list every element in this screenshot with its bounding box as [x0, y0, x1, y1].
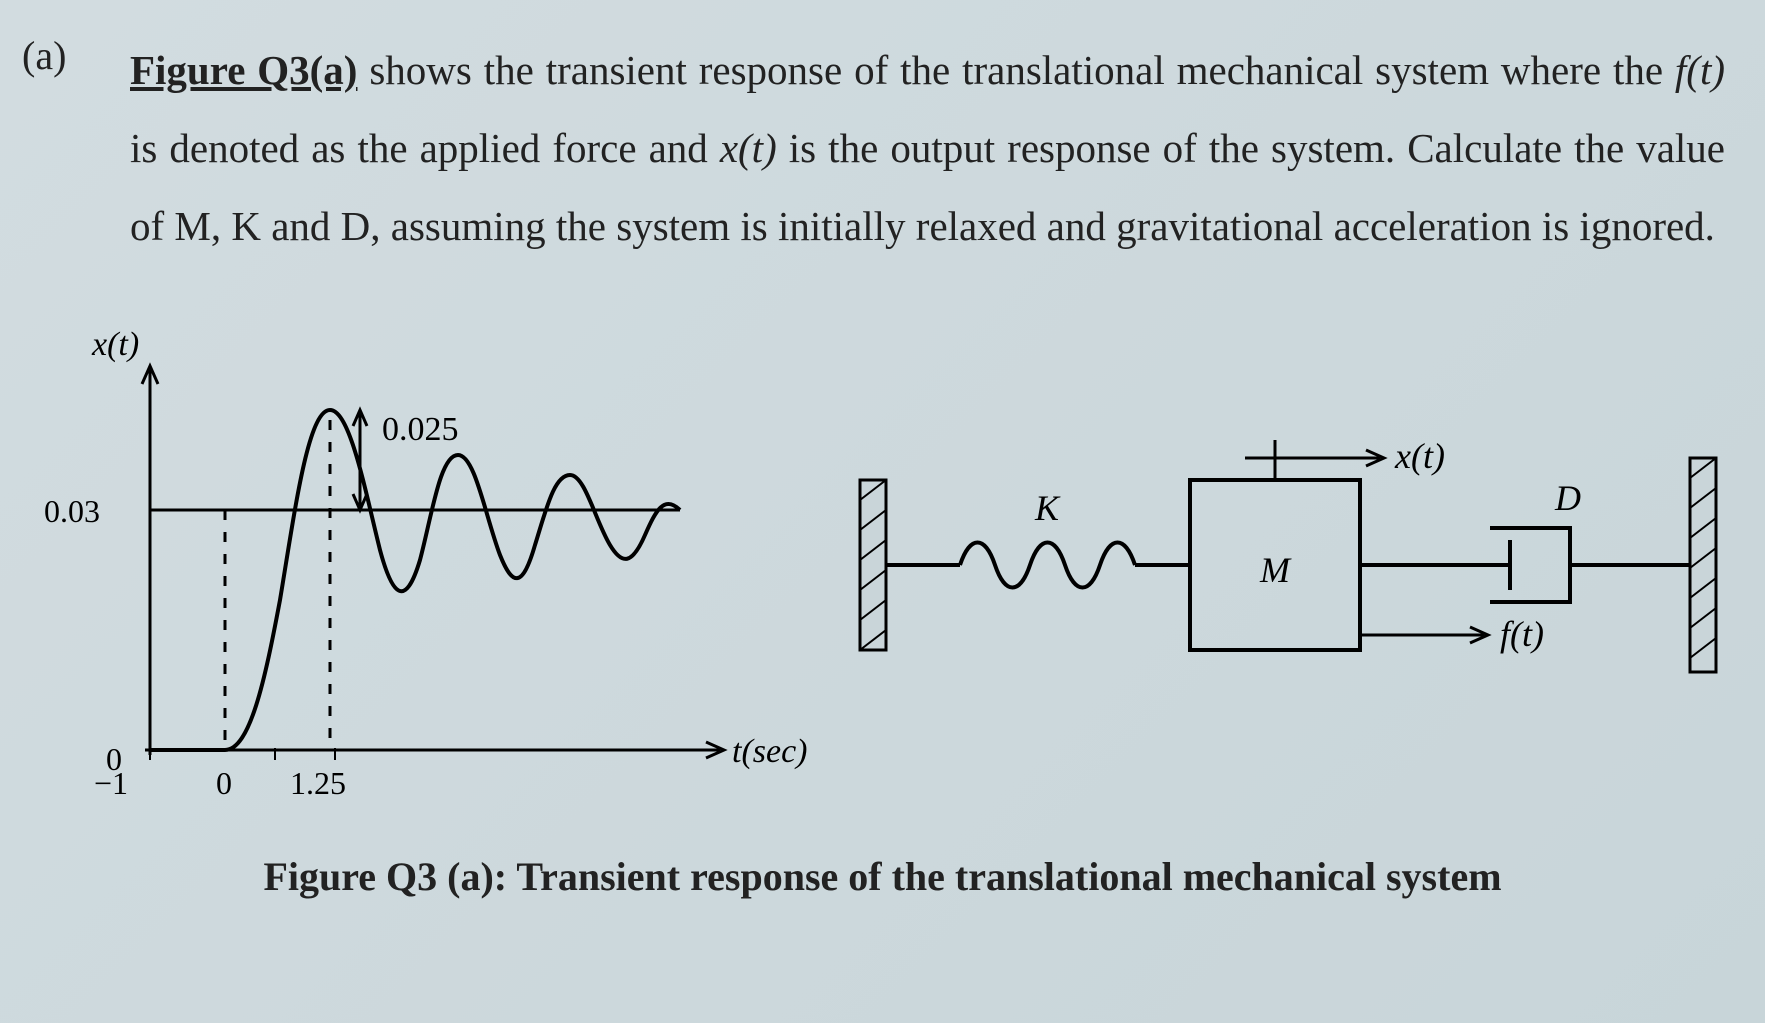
sentence-1b: is denoted as the applied force and	[130, 125, 720, 171]
sentence-1a: shows the transient response of the tran…	[357, 47, 1674, 93]
x-axis-label: t(sec)	[732, 733, 808, 770]
spring-icon	[886, 543, 1190, 588]
question-body: Figure Q3(a) shows the transient respons…	[130, 32, 1725, 266]
output-symbol: x(t)	[720, 125, 777, 171]
figure-caption: Figure Q3 (a): Transient response of the…	[20, 853, 1745, 900]
mass-label: M	[1259, 550, 1292, 590]
y-tick-ss: 0.03	[44, 493, 100, 529]
y-axis-label: x(t)	[91, 326, 139, 363]
x-tick-0: 0	[216, 765, 232, 801]
output-arrow-icon	[1245, 440, 1384, 480]
input-label: f(t)	[1500, 614, 1544, 654]
response-graph: x(t) t(sec) 0.03 0 −1 0 1.25 0.025	[30, 350, 790, 830]
figure-area: x(t) t(sec) 0.03 0 −1 0 1.25 0.025	[20, 350, 1745, 910]
spring-label: K	[1034, 488, 1061, 528]
damper-label: D	[1554, 478, 1581, 518]
left-wall-icon	[860, 480, 886, 650]
x-tick-peak: 1.25	[290, 765, 346, 801]
right-wall-icon	[1690, 458, 1716, 672]
damper-icon	[1360, 528, 1690, 602]
input-arrow-icon	[1360, 627, 1488, 643]
figure-ref: Figure Q3(a)	[130, 47, 357, 93]
output-label: x(t)	[1394, 436, 1445, 476]
force-symbol: f(t)	[1675, 47, 1725, 93]
overshoot-label: 0.025	[382, 411, 459, 448]
x-tick-neg1: −1	[94, 765, 128, 801]
mechanical-schematic: K M x(t) f(t)	[850, 410, 1750, 770]
question-label: (a)	[22, 32, 66, 79]
page: (a) Figure Q3(a) shows the transient res…	[0, 0, 1765, 1023]
